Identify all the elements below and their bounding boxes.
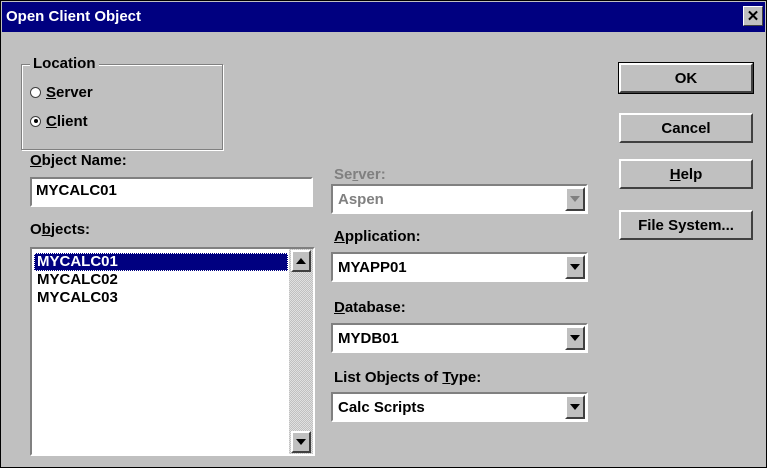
list-item[interactable]: MYCALC03 — [34, 289, 288, 307]
scroll-up-button[interactable] — [291, 250, 311, 272]
list-type-label: List Objects of Type: — [334, 369, 482, 386]
file-system-button[interactable]: File System... — [619, 210, 753, 240]
object-name-input[interactable]: MYCALC01 — [30, 177, 313, 207]
ok-button[interactable]: OK — [618, 62, 754, 94]
radio-server-label-rest: erver — [56, 83, 93, 101]
list-type-dropdown-button[interactable] — [565, 395, 585, 419]
title-bar: Open Client Object ✕ — [2, 2, 765, 32]
radio-client-indicator[interactable] — [30, 115, 41, 127]
application-value: MYAPP01 — [338, 259, 407, 276]
radio-client-label: Client — [46, 112, 88, 130]
chevron-down-icon — [570, 404, 580, 410]
application-combo[interactable]: MYAPP01 — [331, 252, 588, 282]
database-combo[interactable]: MYDB01 — [331, 323, 588, 353]
scroll-down-button[interactable] — [291, 431, 311, 453]
radio-server-label: Server — [46, 83, 93, 101]
application-label: Application: — [334, 228, 421, 245]
open-client-object-dialog: Open Client Object ✕ Location Server Cli… — [0, 0, 767, 468]
help-button-rest: elp — [680, 165, 703, 183]
location-group: Location Server Client — [21, 55, 223, 150]
server-value: Aspen — [338, 191, 384, 208]
arrow-down-icon — [296, 439, 306, 445]
radio-server-indicator[interactable] — [30, 86, 41, 98]
list-item[interactable]: MYCALC01 — [34, 253, 288, 271]
arrow-up-icon — [296, 258, 306, 264]
list-item[interactable]: MYCALC02 — [34, 271, 288, 289]
objects-scrollbar[interactable] — [289, 249, 313, 454]
location-legend: Location — [30, 55, 99, 72]
objects-label: Objects: — [30, 221, 91, 238]
radio-client-label-rest: lient — [56, 112, 88, 130]
application-dropdown-button[interactable] — [565, 255, 585, 279]
radio-client[interactable]: Client — [30, 111, 88, 131]
radio-server[interactable]: Server — [30, 82, 93, 102]
cancel-button[interactable]: Cancel — [619, 113, 753, 143]
server-combo: Aspen — [331, 184, 588, 214]
objects-listbox[interactable]: MYCALC01 MYCALC02 MYCALC03 — [30, 247, 315, 456]
close-icon: ✕ — [746, 8, 760, 25]
chevron-down-icon — [570, 196, 580, 202]
close-button[interactable]: ✕ — [743, 6, 763, 26]
database-value: MYDB01 — [338, 330, 399, 347]
server-label: Server: — [334, 166, 386, 183]
chevron-down-icon — [570, 335, 580, 341]
object-name-label: Object Name: — [30, 152, 127, 169]
list-type-combo[interactable]: Calc Scripts — [331, 392, 588, 422]
help-button[interactable]: Help — [619, 159, 753, 189]
chevron-down-icon — [570, 264, 580, 270]
server-dropdown-button — [565, 187, 585, 211]
list-type-value: Calc Scripts — [338, 399, 425, 416]
database-label: Database: — [334, 299, 406, 316]
window-title: Open Client Object — [6, 8, 142, 25]
database-dropdown-button[interactable] — [565, 326, 585, 350]
